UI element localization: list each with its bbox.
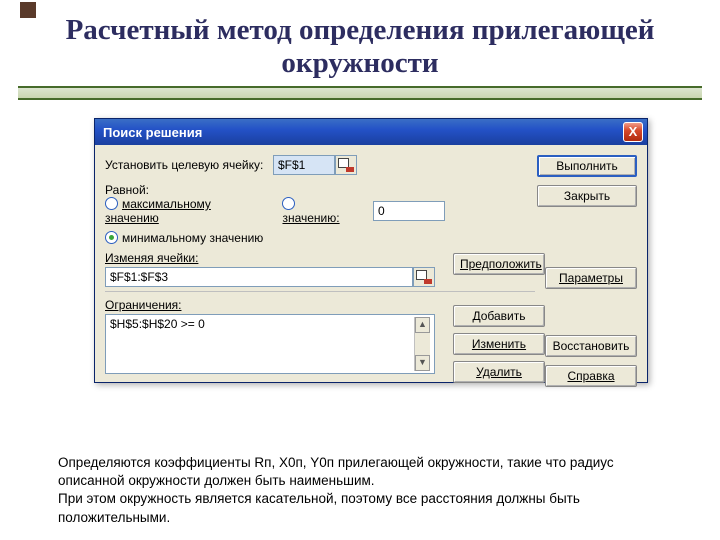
radio-min-label: минимальному значению [122,231,263,245]
titlebar[interactable]: Поиск решения X [95,119,647,145]
delete-button[interactable]: Удалить [453,361,545,383]
ref-picker-icon[interactable] [335,155,357,175]
footer-text: Определяются коэффициенты Rп, X0п, Y0п п… [58,454,668,527]
scrollbar[interactable]: ▲ ▼ [414,317,430,371]
right-lower-column: Параметры Восстановить Справка [545,267,637,387]
ref-picker-icon[interactable] [413,267,435,287]
close-icon: X [629,124,638,139]
close-dialog-button[interactable]: Закрыть [537,185,637,207]
radio-max[interactable]: максимальному значению [105,197,264,225]
dialog-body: Установить целевую ячейку: Равной: макси… [95,145,647,382]
equal-label: Равной: [105,181,159,197]
radio-min[interactable]: минимальному значению [105,231,445,245]
value-input[interactable] [373,201,445,221]
footer-paragraph-1: Определяются коэффициенты Rп, X0п, Y0п п… [58,454,668,490]
execute-button[interactable]: Выполнить [537,155,637,177]
params-button[interactable]: Параметры [545,267,637,289]
radio-value-label: значению: [282,211,339,225]
varying-cells-input[interactable] [105,267,413,287]
target-cell-input[interactable] [273,155,335,175]
slide-accent-square [20,2,36,18]
footer-paragraph-2: При этом окружность является касательной… [58,490,668,526]
radio-value[interactable]: значению: [282,197,355,225]
slide-stripe [18,86,702,100]
restore-button[interactable]: Восстановить [545,335,637,357]
help-button[interactable]: Справка [545,365,637,387]
close-button[interactable]: X [623,122,643,142]
slide-frame: Расчетный метод определения прилегающей … [18,0,702,510]
varying-cells-label: Изменяя ячейки: [105,251,445,265]
solver-dialog: Поиск решения X Установить целевую ячейк… [94,118,648,383]
change-button[interactable]: Изменить [453,333,545,355]
slide-title: Расчетный метод определения прилегающей … [18,0,702,89]
list-item[interactable]: $H$5:$H$20 >= 0 [110,317,414,371]
constraints-listbox[interactable]: $H$5:$H$20 >= 0 ▲ ▼ [105,314,435,374]
right-button-column: Выполнить Закрыть [537,155,637,207]
radio-max-label: максимальному значению [105,197,211,225]
mid-button-column: Предположить Добавить Изменить Удалить [453,253,545,383]
target-cell-label: Установить целевую ячейку: [105,158,273,172]
chevron-up-icon[interactable]: ▲ [415,317,430,333]
chevron-down-icon[interactable]: ▼ [415,355,430,371]
add-button[interactable]: Добавить [453,305,545,327]
constraints-label: Ограничения: [105,298,445,312]
guess-button[interactable]: Предположить [453,253,545,275]
dialog-title: Поиск решения [103,125,202,140]
